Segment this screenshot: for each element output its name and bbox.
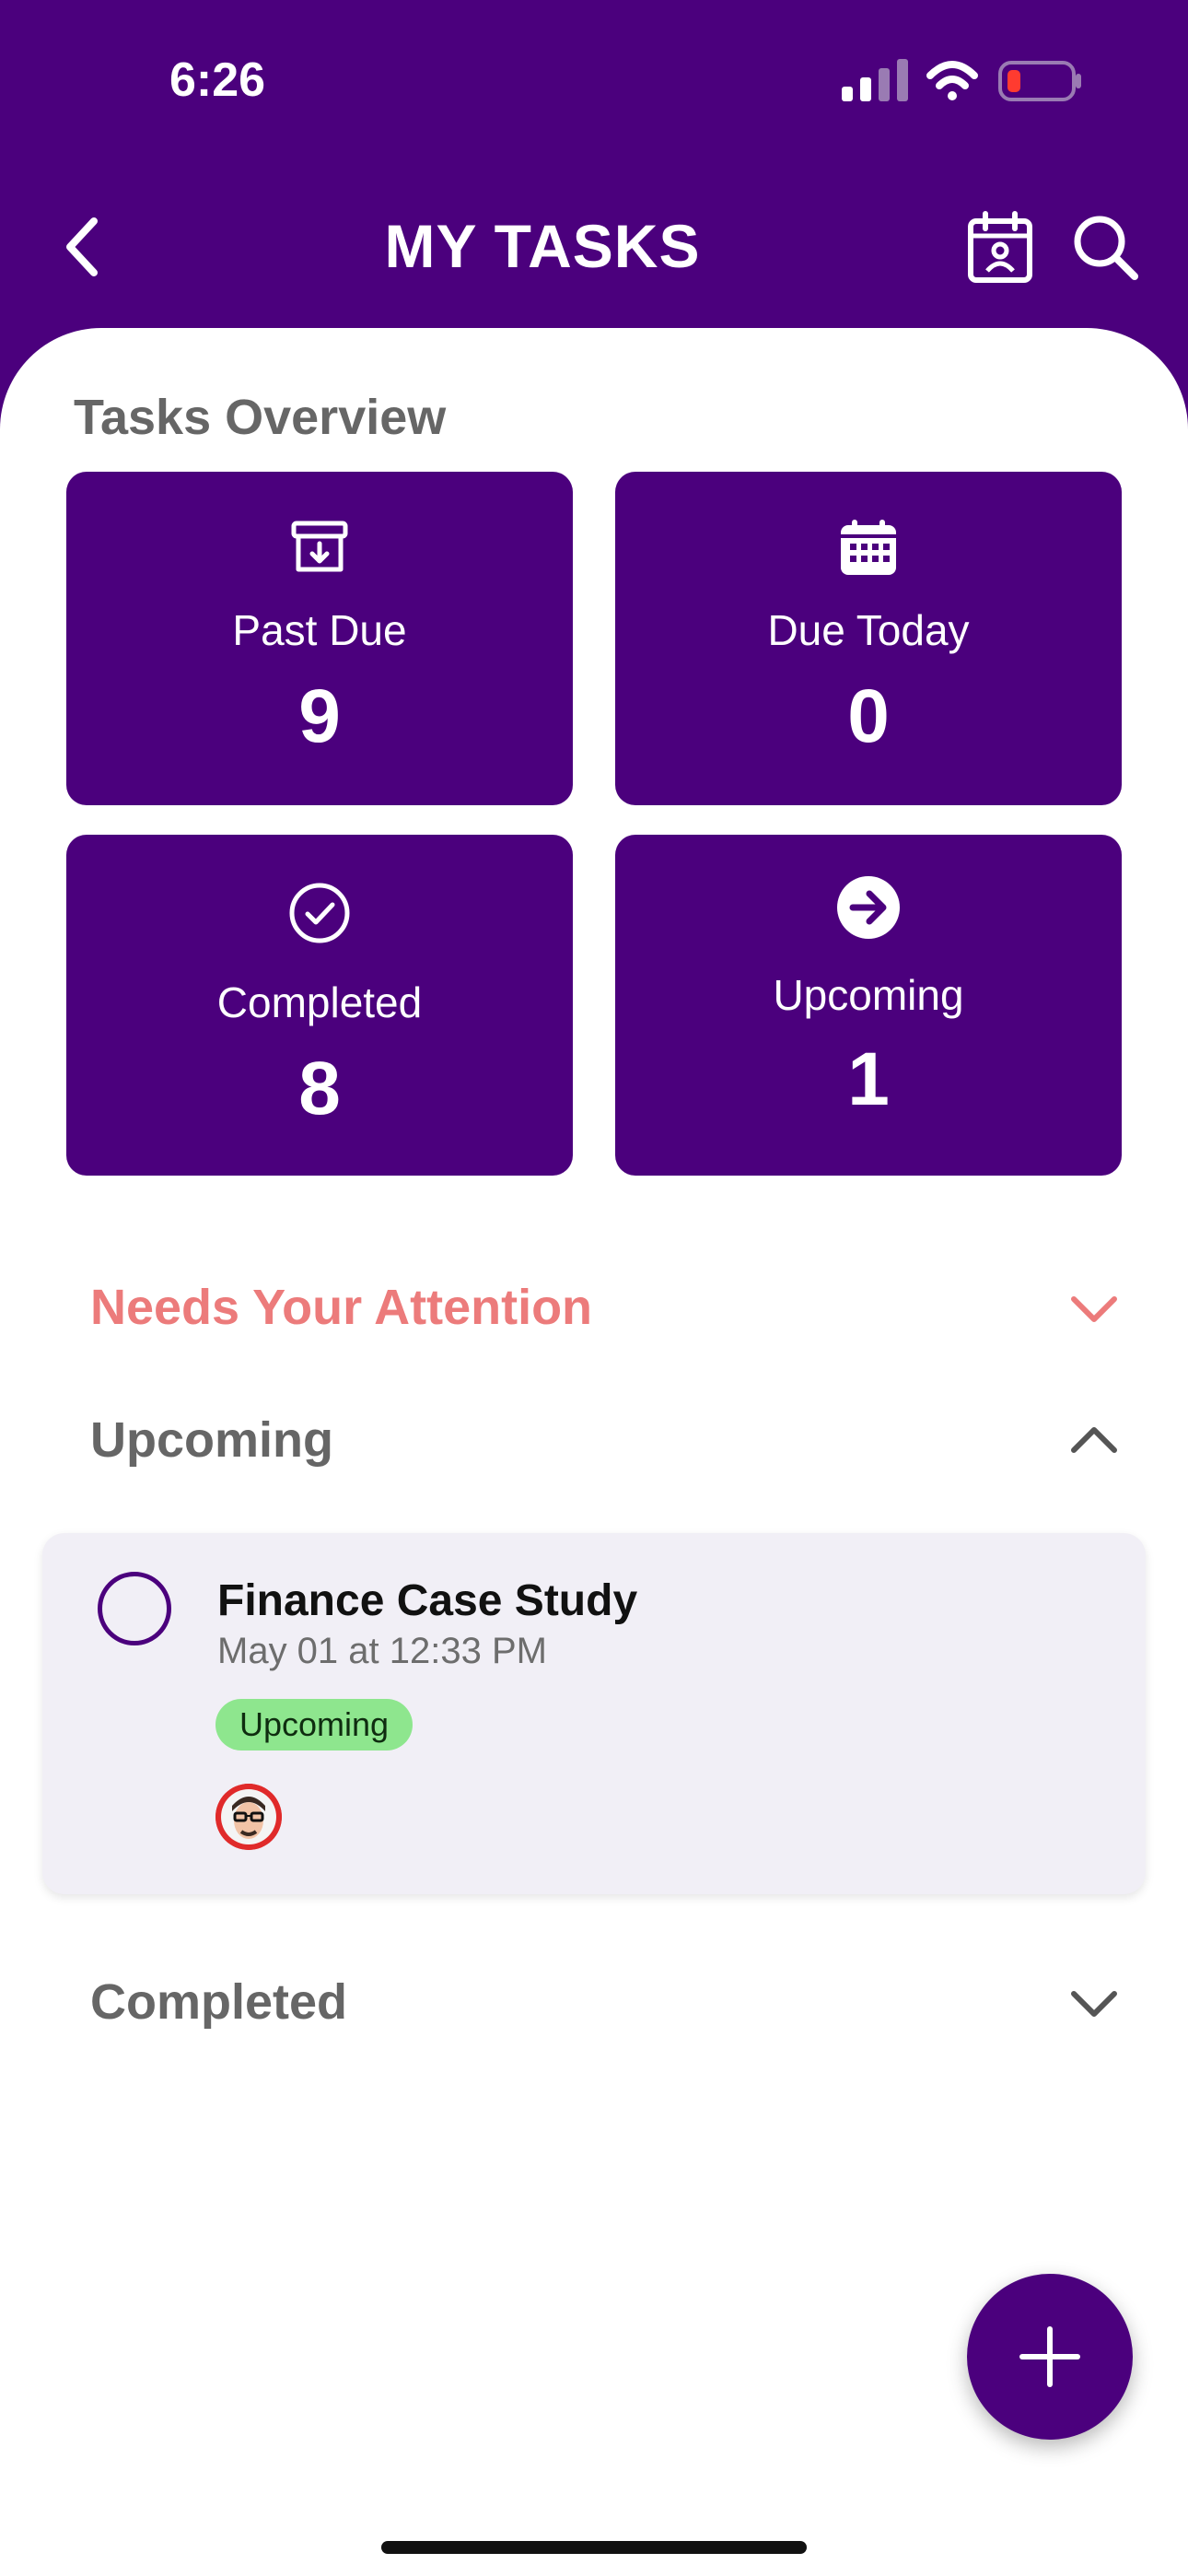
completed-count: 8 (298, 1047, 341, 1130)
status-time: 6:26 (169, 53, 266, 107)
arrow-right-circle-icon (837, 876, 900, 939)
due-today-count: 0 (847, 674, 890, 758)
task-title: Finance Case Study (217, 1576, 638, 1625)
avatar (215, 1784, 282, 1850)
needs-attention-section-header[interactable]: Needs Your Attention (90, 1266, 1122, 1349)
calendar-button[interactable] (965, 210, 1035, 284)
completed-section-label: Completed (90, 1974, 348, 2030)
check-circle-icon (289, 883, 350, 943)
completed-section-header[interactable]: Completed (90, 1961, 1122, 2043)
calendar-contact-icon (968, 211, 1032, 283)
upcoming-section-label: Upcoming (90, 1412, 333, 1468)
plus-icon (1019, 2326, 1080, 2387)
needs-attention-label: Needs Your Attention (90, 1280, 593, 1335)
overview-title: Tasks Overview (74, 390, 447, 445)
task-date: May 01 at 12:33 PM (217, 1631, 547, 1671)
chevron-down-icon (1071, 1991, 1117, 2017)
add-task-button[interactable] (967, 2274, 1133, 2440)
home-indicator[interactable] (381, 2541, 807, 2554)
wifi-icon (926, 61, 978, 100)
due-today-card[interactable]: Due Today 0 (615, 472, 1122, 805)
chevron-up-icon (1071, 1427, 1117, 1453)
upcoming-count: 1 (847, 1037, 890, 1121)
completed-label: Completed (216, 978, 423, 1026)
upcoming-label: Upcoming (773, 971, 964, 1019)
task-card[interactable]: Finance Case Study May 01 at 12:33 PM Up… (42, 1533, 1146, 1894)
due-today-label: Due Today (767, 606, 970, 654)
page-title: MY TASKS (384, 212, 701, 280)
past-due-count: 9 (298, 674, 341, 758)
status-icons (838, 55, 1087, 105)
search-button[interactable] (1068, 210, 1142, 284)
upcoming-section-header[interactable]: Upcoming (90, 1399, 1122, 1481)
battery-icon (998, 61, 1081, 101)
cellular-signal-icon (842, 59, 908, 101)
task-complete-radio[interactable] (98, 1572, 171, 1645)
past-due-label: Past Due (232, 606, 407, 654)
past-due-card[interactable]: Past Due 9 (66, 472, 573, 805)
search-icon (1074, 216, 1138, 280)
chevron-down-icon (1071, 1296, 1117, 1322)
status-badge: Upcoming (215, 1699, 413, 1751)
calendar-grid-icon (841, 520, 896, 575)
archive-download-icon (291, 521, 348, 572)
upcoming-card[interactable]: Upcoming 1 (615, 835, 1122, 1176)
completed-card[interactable]: Completed 8 (66, 835, 573, 1176)
